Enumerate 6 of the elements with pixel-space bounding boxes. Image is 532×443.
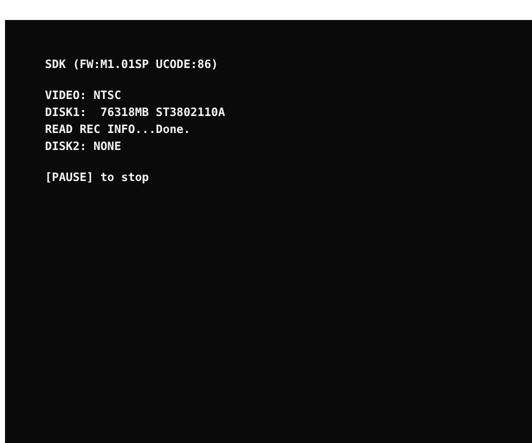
- console-text: READ REC INFO...Done.: [45, 122, 190, 136]
- console-text: DISK2: NONE: [45, 139, 122, 153]
- console-text: SDK (FW:M1.01SP UCODE:86): [45, 57, 218, 71]
- console-text: DISK1: 76318MB ST3802110A: [45, 105, 226, 119]
- console-text: VIDEO: NTSC: [45, 88, 122, 102]
- console-text: [PAUSE] to stop: [45, 170, 149, 184]
